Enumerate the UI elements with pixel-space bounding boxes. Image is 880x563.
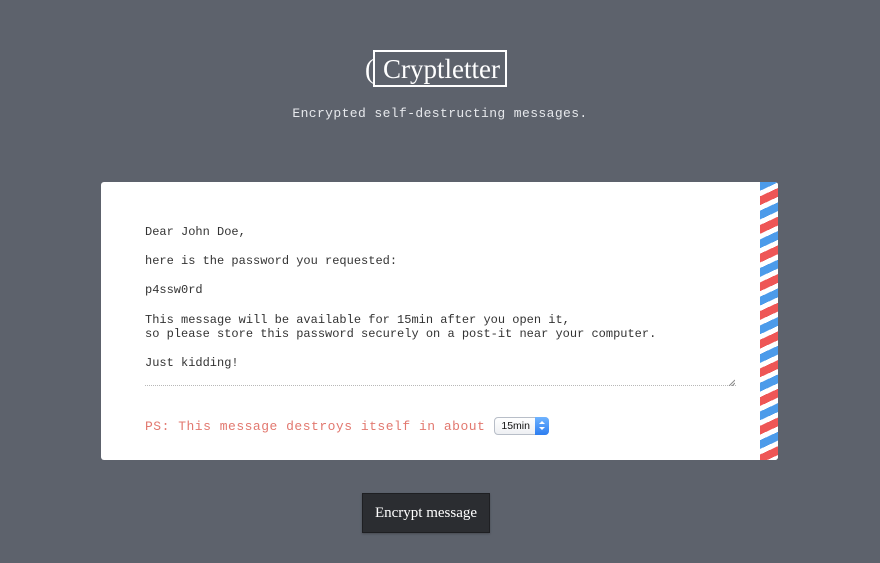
encrypt-message-button[interactable]: Encrypt message (362, 493, 490, 533)
self-destruct-notice: PS: This message destroys itself in abou… (145, 416, 549, 436)
airmail-stripe (760, 182, 778, 460)
logo-text: Cryptletter (383, 54, 500, 84)
tagline: Encrypted self-destructing messages. (292, 106, 588, 121)
ttl-select[interactable]: 15min (494, 417, 549, 435)
header: ( Cryptletter (0, 50, 880, 87)
key-icon: ( (365, 54, 375, 84)
chevron-updown-icon (534, 417, 549, 435)
letter-card: PS: This message destroys itself in abou… (101, 182, 778, 460)
app-logo[interactable]: ( Cryptletter (365, 50, 507, 87)
message-textarea[interactable] (145, 220, 736, 386)
ps-label: PS: This message destroys itself in abou… (145, 418, 486, 434)
ttl-selected-value: 15min (501, 420, 530, 432)
